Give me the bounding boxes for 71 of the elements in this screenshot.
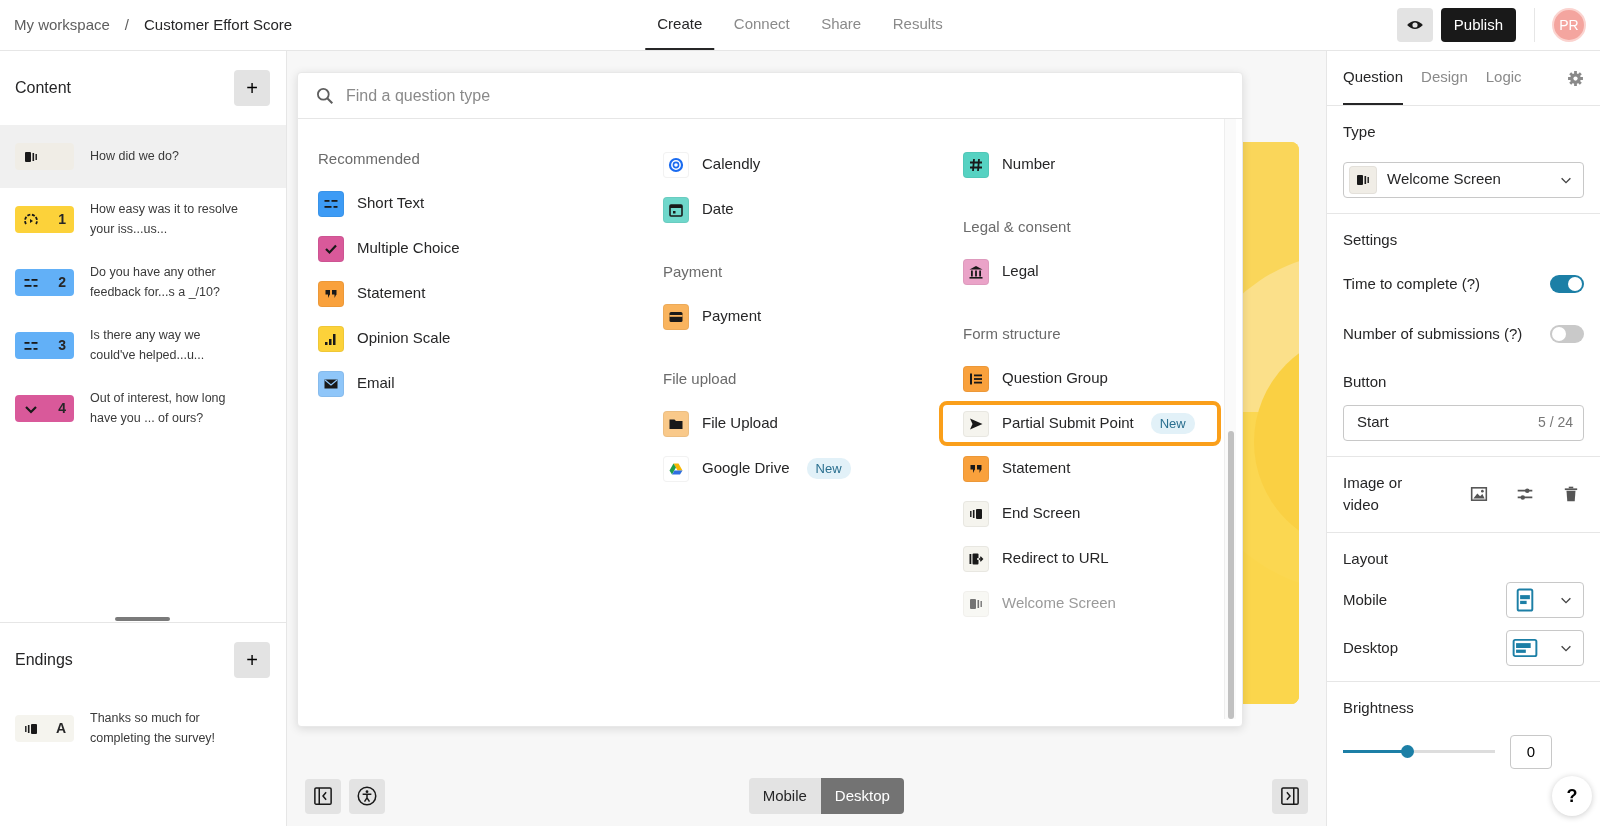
question-text: Is there any way we could've helped...u... — [90, 327, 206, 364]
setting-label: Desktop — [1343, 637, 1399, 658]
group-heading: Payment — [662, 261, 724, 282]
question-type-option[interactable]: Multiple Choice — [298, 226, 486, 271]
field-label: Button — [1343, 372, 1388, 392]
panel-tab[interactable]: Logic — [1485, 51, 1522, 105]
question-type-option[interactable]: Google Drive New — [639, 446, 877, 491]
question-badge: A — [15, 715, 74, 742]
publish-button[interactable]: Publish — [1440, 8, 1516, 42]
breadcrumb-separator: / — [124, 14, 130, 35]
group-heading: Form structure — [962, 323, 1062, 344]
question-type-option[interactable]: Question Group — [939, 356, 1134, 401]
question-badge: 2 — [15, 269, 74, 296]
question-type-option[interactable]: Redirect to URL — [939, 536, 1135, 581]
panel-tab[interactable]: Question — [1343, 51, 1404, 105]
section-title: Settings — [1343, 229, 1399, 250]
help-button[interactable]: ? — [1552, 776, 1592, 816]
question-badge: 4 — [15, 395, 74, 422]
section-title: Layout — [1343, 548, 1390, 569]
question-type-option[interactable]: Date — [639, 187, 760, 232]
question-type-option[interactable]: File Upload — [639, 401, 804, 446]
question-type-option[interactable]: End Screen — [939, 491, 1107, 536]
question-type-option[interactable]: Statement — [939, 446, 1097, 491]
question-text: Thanks so much for completing the survey! — [90, 710, 217, 747]
new-badge: New — [806, 457, 851, 480]
question-type-option[interactable]: Statement — [298, 271, 452, 316]
question-item[interactable]: 2 Do you have any other feedback for...s a _/10? — [0, 251, 286, 314]
group-heading: File upload — [662, 368, 738, 389]
question-item[interactable]: 1 How easy was it to resolve your iss...us... — [0, 188, 286, 251]
section-title: Image or video — [1343, 472, 1404, 515]
group-heading: Recommended — [317, 148, 421, 169]
add-button[interactable]: + — [234, 70, 270, 106]
section-title: Brightness — [1343, 698, 1415, 718]
question-item[interactable]: A Thanks so much for completing the survey! — [0, 697, 286, 760]
question-badge: 1 — [15, 206, 74, 233]
setting-label: Time to complete (?) — [1343, 273, 1480, 294]
add-button[interactable]: + — [234, 642, 270, 678]
question-badge: 3 — [15, 332, 74, 359]
question-type-option[interactable]: Payment — [639, 294, 788, 339]
question-text: How easy was it to resolve your iss...us... — [90, 201, 239, 238]
group-heading: Legal & consent — [962, 216, 1072, 237]
section-title: Type — [1343, 122, 1377, 142]
setting-label: Number of submissions (?) — [1343, 323, 1523, 344]
question-type-option[interactable]: Number — [939, 142, 1082, 187]
question-type-option[interactable]: Partial Submit Point New — [939, 401, 1221, 446]
view-toggle[interactable]: Desktop — [820, 778, 904, 814]
question-item[interactable]: How did we do? — [0, 125, 286, 188]
type-dropdown[interactable]: Welcome Screen — [1343, 161, 1584, 198]
question-text: Do you have any other feedback for...s a _/10? — [90, 264, 221, 301]
question-text: How did we do? — [90, 147, 179, 165]
breadcrumb-link[interactable]: My workspace — [14, 13, 110, 37]
section-title: Endings — [15, 650, 73, 670]
new-badge: New — [1150, 412, 1195, 435]
question-item[interactable]: 4 Out of interest, how long have you ... of ours? — [0, 377, 286, 440]
section-title: Content — [15, 78, 72, 98]
nav-tab[interactable]: Share — [809, 0, 874, 50]
question-type-option[interactable]: Opinion Scale — [298, 316, 477, 361]
question-type-option[interactable]: Email — [298, 361, 421, 406]
brightness-field[interactable]: 0 — [1510, 734, 1552, 769]
question-type-option[interactable]: Short Text — [298, 181, 451, 226]
view-toggle[interactable]: Mobile — [748, 778, 821, 814]
question-item[interactable]: 3 Is there any way we could've helped...u... — [0, 314, 286, 377]
question-type-option[interactable]: Legal — [939, 249, 1065, 294]
form-title[interactable]: Customer Effort Score — [144, 13, 293, 37]
panel-tab[interactable]: Design — [1421, 51, 1468, 105]
question-type-option[interactable]: Calendly — [639, 142, 787, 187]
question-text: Out of interest, how long have you ... of ours? — [90, 390, 227, 427]
character-counter: 5 / 24 — [1537, 413, 1573, 432]
button-text-field[interactable]: Start 5 / 24 — [1343, 404, 1584, 441]
nav-tab[interactable]: Connect — [721, 0, 802, 50]
setting-label: Mobile — [1343, 589, 1388, 610]
